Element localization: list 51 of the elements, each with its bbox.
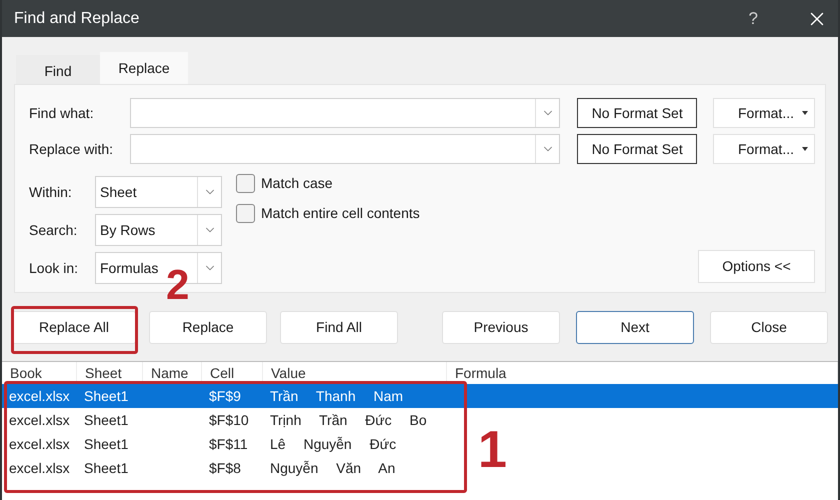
table-cell: Trịnh Trần Đức Bo <box>270 412 427 428</box>
table-cell: Sheet1 <box>84 460 128 476</box>
tab[interactable]: Replace <box>100 52 188 84</box>
caret-icon <box>802 147 808 151</box>
action-button[interactable]: Replace <box>149 310 267 344</box>
table-cell: $F$11 <box>209 436 248 452</box>
table-cell: $F$9 <box>209 388 241 404</box>
text-field[interactable] <box>130 98 560 128</box>
table-cell: Trần Thanh Nam <box>270 388 404 404</box>
format-status: No Format Set <box>577 98 698 128</box>
table-cell: $F$10 <box>209 412 249 428</box>
result-row[interactable]: excel.xlsx Sheet1 $F$8 Nguyễn Văn An <box>2 456 468 480</box>
option-label: Look in: <box>29 258 80 278</box>
format-button[interactable]: Format... <box>713 134 815 164</box>
dropdown-select[interactable]: Sheet <box>95 176 222 208</box>
table-cell: $F$8 <box>209 460 241 476</box>
help-button[interactable]: ? <box>748 6 758 32</box>
format-button[interactable]: Format... <box>713 98 815 128</box>
caret-icon <box>802 111 808 115</box>
table-cell: Nguyễn Văn An <box>270 460 396 476</box>
field-label: Find what: <box>29 104 95 122</box>
option-label: Within: <box>29 182 73 202</box>
checkbox[interactable] <box>236 204 255 222</box>
table-cell: Sheet1 <box>84 436 128 452</box>
window-title: Find and Replace <box>14 8 140 28</box>
action-button[interactable]: Next <box>576 310 694 344</box>
table-cell: Lê Nguyễn Đức <box>270 436 396 452</box>
tab[interactable]: Find <box>16 55 100 87</box>
action-button[interactable]: Replace All <box>12 310 136 344</box>
table-cell: excel.xlsx <box>9 460 70 476</box>
result-row[interactable]: excel.xlsx Sheet1 $F$9 Trần Thanh Nam <box>2 384 468 408</box>
format-status: No Format Set <box>577 134 698 164</box>
dropdown-select[interactable]: By Rows <box>95 214 222 246</box>
option-label: Search: <box>29 220 78 240</box>
action-button[interactable]: Find All <box>280 310 398 344</box>
table-cell: Sheet1 <box>84 388 128 404</box>
field-label: Replace with: <box>29 140 114 159</box>
table-cell: excel.xlsx <box>9 388 70 404</box>
step-number: 1 <box>478 424 507 476</box>
table-cell: excel.xlsx <box>9 412 70 428</box>
table-cell: Sheet1 <box>84 412 128 428</box>
options-button[interactable]: Options << <box>698 250 815 283</box>
checkbox-label: Match case <box>261 174 333 192</box>
table-cell: excel.xlsx <box>9 436 70 452</box>
checkbox-label: Match entire cell contents <box>261 204 420 222</box>
action-button[interactable]: Previous <box>442 310 560 344</box>
action-button[interactable]: Close <box>710 310 828 344</box>
result-row[interactable]: excel.xlsx Sheet1 $F$10 Trịnh Trần Đức Bo <box>2 408 468 432</box>
result-row[interactable]: excel.xlsx Sheet1 $F$11 Lê Nguyễn Đức <box>2 432 468 456</box>
text-field[interactable] <box>130 134 560 164</box>
checkbox[interactable] <box>236 174 255 192</box>
